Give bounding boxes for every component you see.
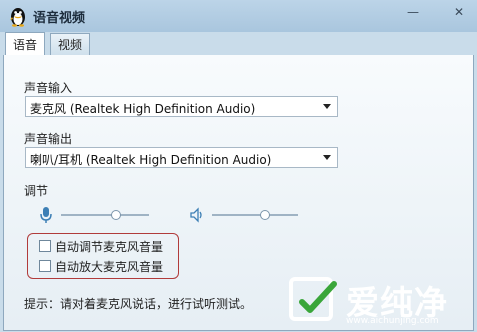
tab-strip: 语音 视频 [3,32,474,56]
tab-video[interactable]: 视频 [50,33,91,55]
microphone-icon [40,207,52,223]
auto-amplify-checkbox-row[interactable]: 自动放大麦克风音量 [39,258,163,274]
input-device-select[interactable]: 麦克风 (Realtek High Definition Audio) [25,96,338,117]
tab-voice[interactable]: 语音 [5,32,46,55]
tab-video-label: 视频 [58,38,83,52]
chevron-down-icon [323,155,331,160]
speaker-icon [190,207,202,223]
mic-slider-track [61,214,149,216]
title-bar: 语音视频 — ✕ [0,0,477,32]
minimize-button[interactable]: — [404,3,422,21]
window-title: 语音视频 [33,11,86,26]
hint-text: 提示：请对着麦克风说话，进行试听测试。 [24,297,253,311]
close-icon: ✕ [453,5,465,19]
qq-penguin-icon [10,8,25,27]
input-device-value: 麦克风 (Realtek High Definition Audio) [30,102,256,116]
auto-adjust-label: 自动调节麦克风音量 [55,239,164,254]
speaker-slider-thumb[interactable] [260,210,271,220]
output-label: 声音输出 [24,132,73,146]
input-label: 声音输入 [24,81,73,95]
close-button[interactable]: ✕ [450,3,468,21]
aichunjing-logo-icon [289,277,337,321]
auto-adjust-checkbox[interactable] [39,240,51,252]
chevron-down-icon [323,104,331,109]
auto-amplify-label: 自动放大麦克风音量 [55,259,164,274]
tab-voice-label: 语音 [13,37,38,52]
minimize-icon: — [407,5,419,19]
speaker-volume-slider[interactable] [212,208,298,222]
output-device-value: 喇叭/耳机 (Realtek High Definition Audio) [30,153,272,167]
auto-adjust-checkbox-row[interactable]: 自动调节麦克风音量 [39,238,163,254]
watermark-url: www.aichunjing.com [346,316,439,326]
watermark: 爱纯净 www.aichunjing.com [286,272,476,330]
mic-slider-thumb[interactable] [110,210,121,220]
speaker-slider-track [212,214,298,216]
adjust-label: 调节 [24,184,49,198]
auto-amplify-checkbox[interactable] [39,260,51,272]
output-device-select[interactable]: 喇叭/耳机 (Realtek High Definition Audio) [25,147,338,168]
mic-volume-slider[interactable] [61,208,149,222]
